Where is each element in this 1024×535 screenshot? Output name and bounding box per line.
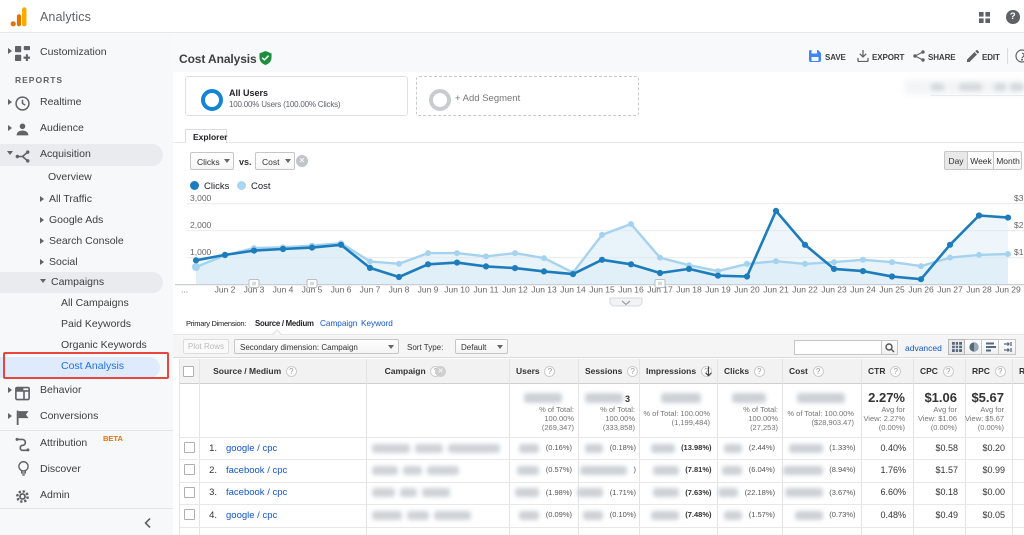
svg-text:$1,000.00: $1,000.00: [1014, 247, 1024, 257]
svg-text:Jun 10: Jun 10: [444, 285, 470, 295]
svg-text:Jun 12: Jun 12: [502, 285, 528, 295]
svg-text:Jun 19: Jun 19: [705, 285, 731, 295]
svg-text:Jun 11: Jun 11: [474, 285, 499, 295]
svg-text:Jun 28: Jun 28: [966, 285, 992, 295]
svg-text:Jun 22: Jun 22: [792, 285, 818, 295]
svg-text:Jun 13: Jun 13: [531, 285, 557, 295]
svg-text:Jun 21: Jun 21: [763, 285, 789, 295]
svg-text:Jun 16: Jun 16: [618, 285, 644, 295]
svg-text:Jun 9: Jun 9: [418, 285, 439, 295]
svg-text:Jun 23: Jun 23: [821, 285, 847, 295]
svg-text:1,000: 1,000: [190, 247, 212, 257]
svg-text:Jun 2: Jun 2: [215, 285, 236, 295]
svg-text:Jun 14: Jun 14: [560, 285, 586, 295]
svg-text:Jun 26: Jun 26: [908, 285, 934, 295]
svg-text:Jun 29: Jun 29: [995, 285, 1021, 295]
svg-text:Jun 27: Jun 27: [937, 285, 963, 295]
svg-text:Jun 15: Jun 15: [589, 285, 615, 295]
svg-text:$2,000.00: $2,000.00: [1014, 220, 1024, 230]
svg-text:Jun 8: Jun 8: [389, 285, 410, 295]
svg-text:$3,000.00: $3,000.00: [1014, 195, 1024, 203]
svg-text:Jun 7: Jun 7: [360, 285, 381, 295]
svg-text:Jun 4: Jun 4: [273, 285, 294, 295]
svg-text:Jun 6: Jun 6: [331, 285, 352, 295]
svg-text:Jun 18: Jun 18: [676, 285, 702, 295]
svg-text:2,000: 2,000: [190, 220, 212, 230]
svg-text:Jun 25: Jun 25: [879, 285, 905, 295]
svg-text:...: ...: [181, 285, 188, 295]
svg-text:Jun 24: Jun 24: [850, 285, 876, 295]
svg-text:3,000: 3,000: [190, 195, 212, 203]
svg-text:Jun 20: Jun 20: [734, 285, 760, 295]
